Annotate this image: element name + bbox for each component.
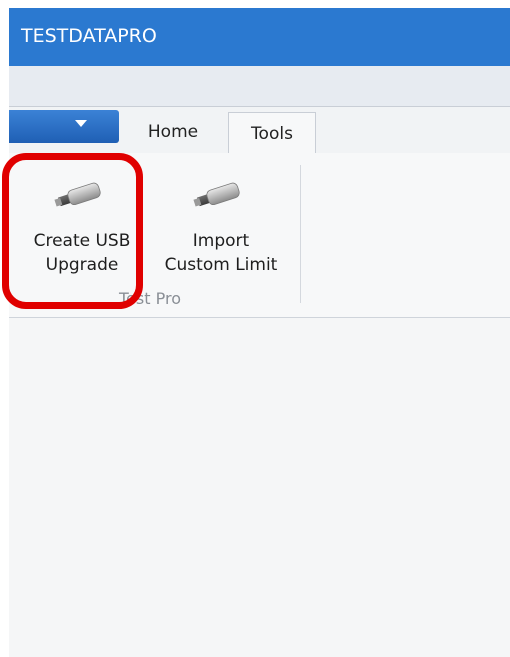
ribbon-tab-bar: Home Tools — [9, 106, 510, 154]
create-usb-label-line2: Upgrade — [45, 255, 119, 275]
import-label-line1: Import — [192, 231, 250, 251]
title-bar: TESTDATAPRO — [9, 8, 510, 66]
app-title: TESTDATAPRO — [21, 25, 157, 47]
import-label-line2: Custom Limit — [164, 255, 278, 275]
caret-down-icon — [75, 120, 87, 127]
usb-drive-icon — [54, 182, 101, 207]
usb-drive-icon — [193, 182, 240, 207]
ribbon-panel: Create USB Upgrade Import Custom Limit T… — [9, 153, 510, 318]
application-menu-button[interactable] — [9, 110, 119, 143]
ribbon-group-separator — [300, 165, 301, 303]
app-window: TESTDATAPRO Home Tools Create USB Upgrad… — [9, 8, 510, 657]
create-usb-label-line1: Create USB — [33, 231, 131, 251]
tab-home[interactable]: Home — [131, 111, 215, 153]
create-usb-upgrade-button[interactable]: Create USB Upgrade — [12, 153, 152, 303]
main-content-area — [9, 318, 510, 657]
ribbon-group-label: Test Pro — [119, 289, 181, 308]
quick-access-toolbar — [9, 66, 510, 106]
import-custom-limit-button[interactable]: Import Custom Limit — [151, 153, 291, 303]
tab-tools[interactable]: Tools — [228, 112, 316, 154]
